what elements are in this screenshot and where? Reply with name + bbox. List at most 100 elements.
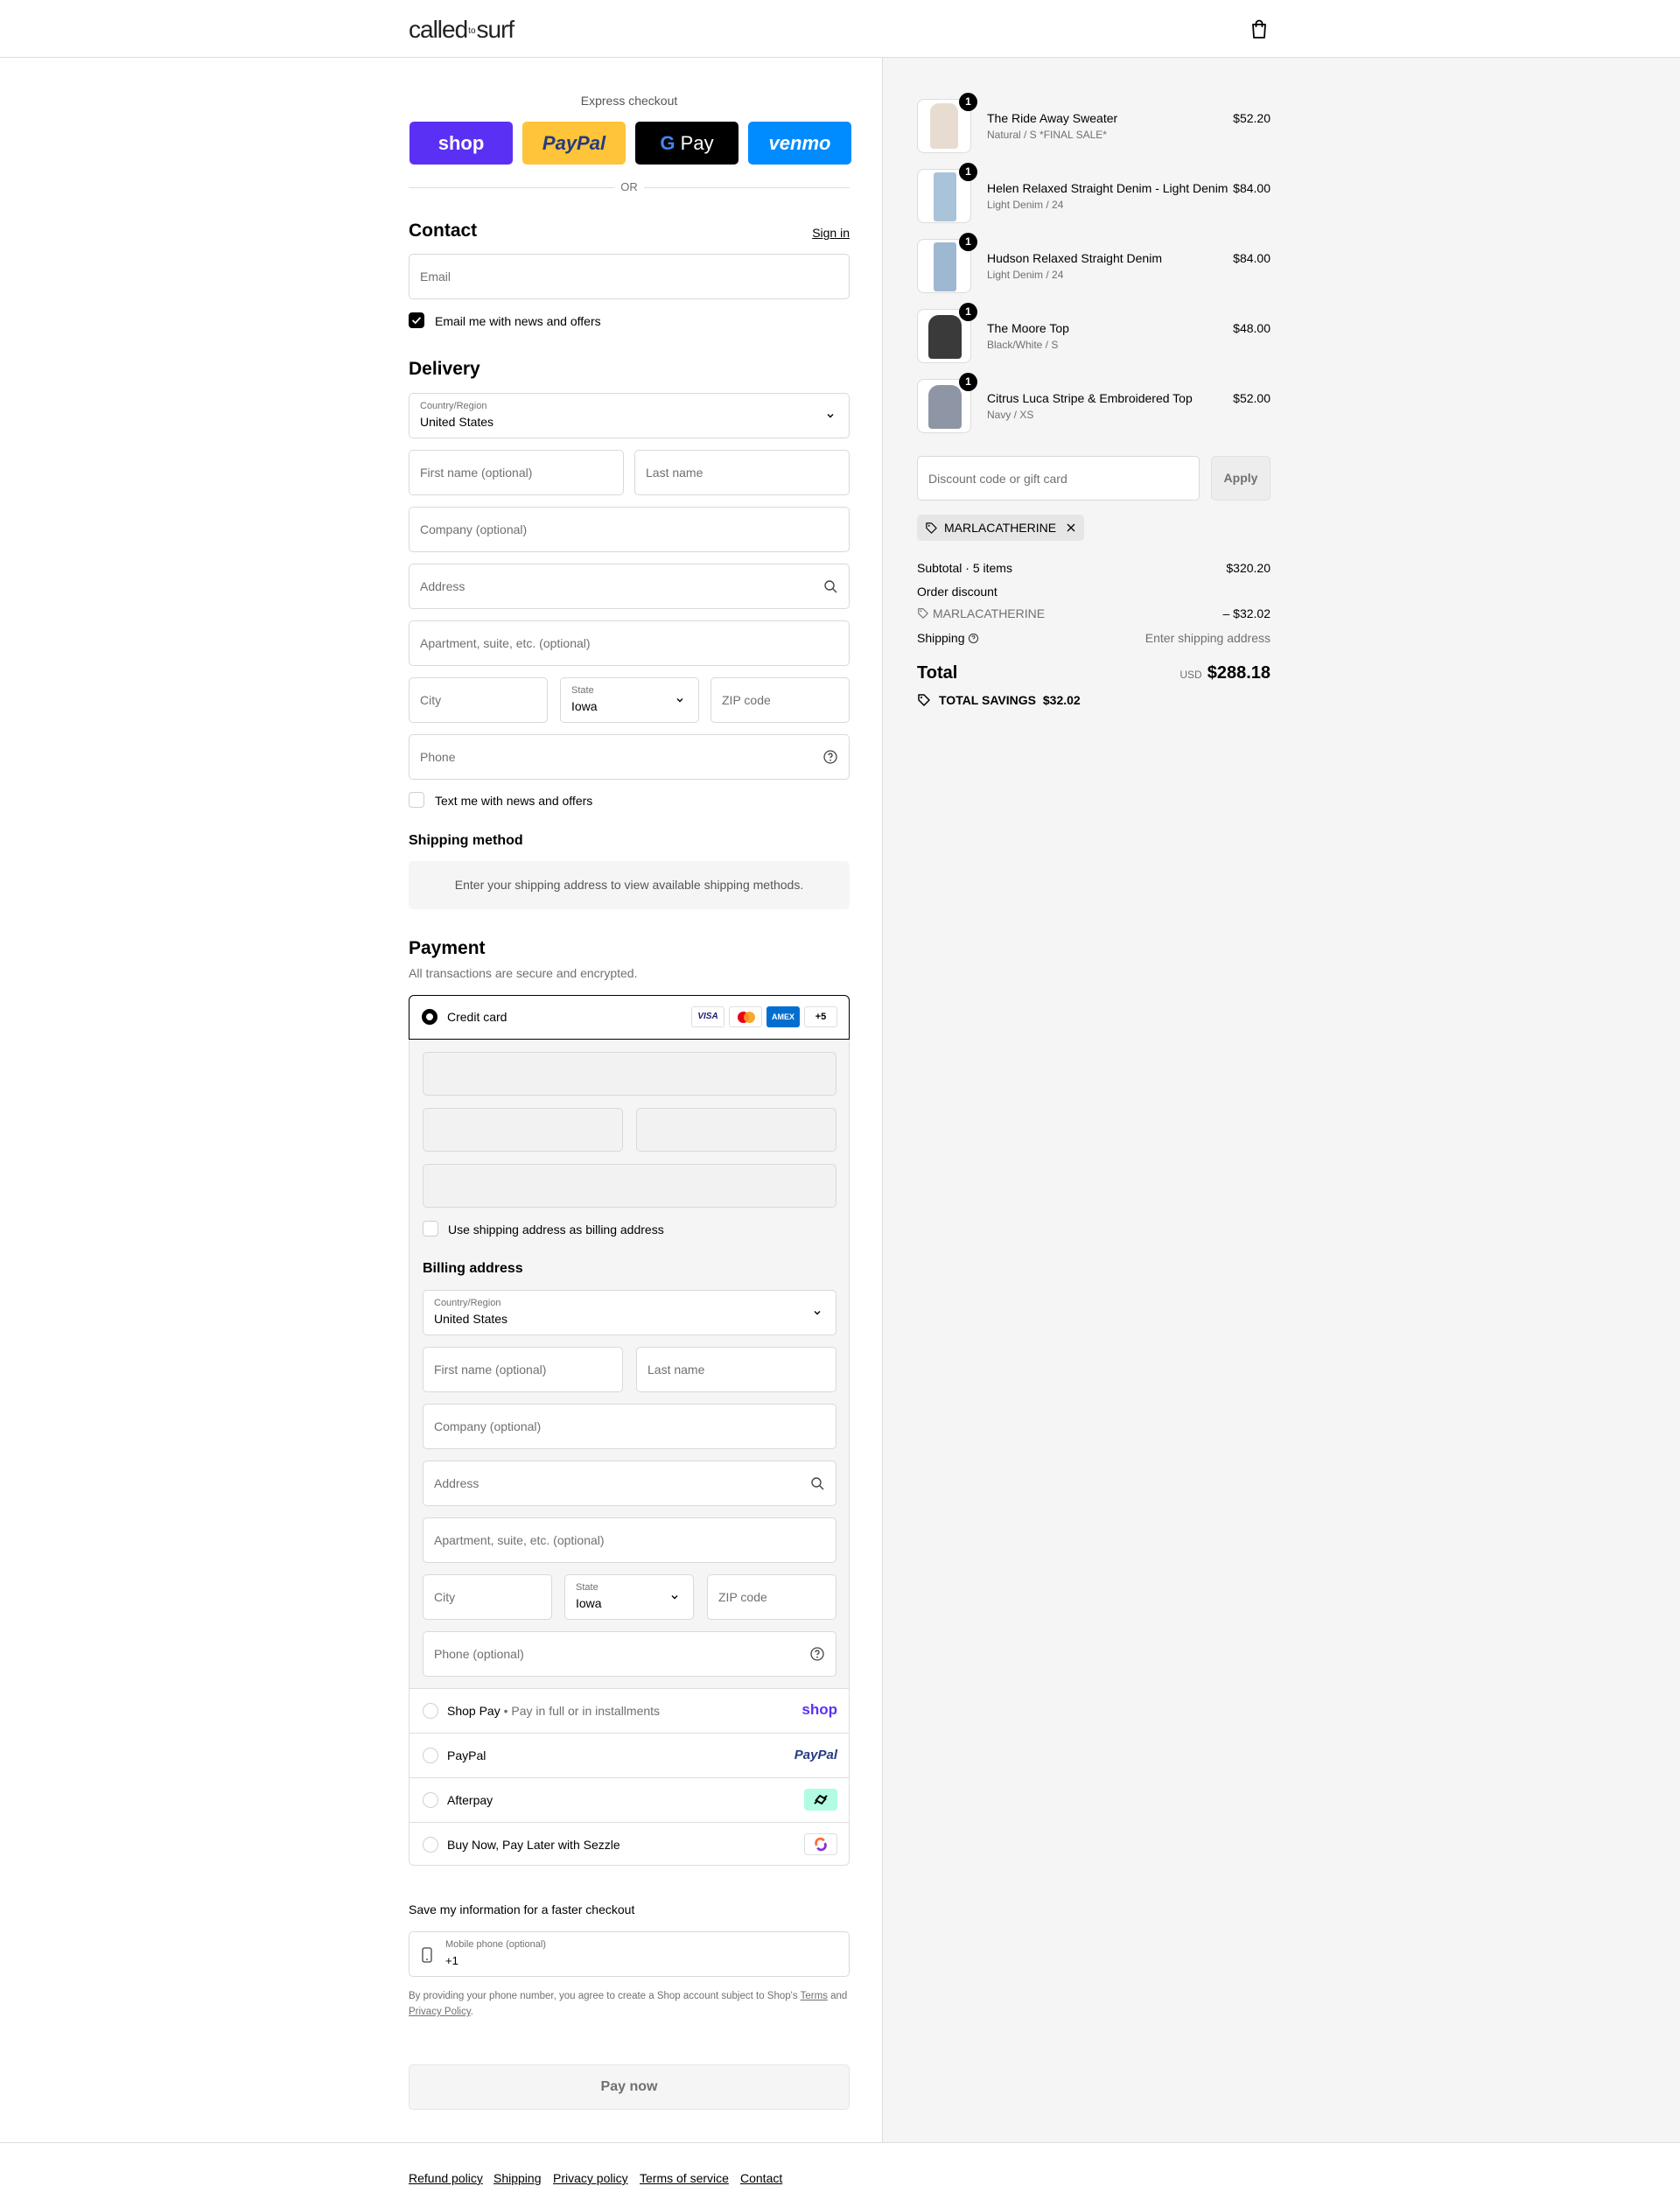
country-select[interactable]: Country/Region United States	[409, 393, 850, 438]
contact-link[interactable]: Contact	[740, 2171, 782, 2185]
text-news-checkbox[interactable]	[409, 792, 424, 808]
billing-state-select[interactable]: State Iowa	[564, 1574, 694, 1620]
billing-first-name-field[interactable]: First name (optional)	[423, 1347, 623, 1392]
sezzle-mark-icon	[815, 1837, 827, 1852]
chevron-down-icon	[671, 1595, 678, 1600]
mastercard-icon	[729, 1006, 762, 1027]
apply-discount-button[interactable]: Apply	[1211, 456, 1270, 501]
address-placeholder: Address	[420, 579, 466, 593]
phone-field[interactable]: Phone	[409, 734, 850, 780]
state-label: State	[571, 685, 594, 696]
help-circle-icon[interactable]	[968, 633, 979, 644]
billing-apartment-field[interactable]: Apartment, suite, etc. (optional)	[423, 1517, 836, 1563]
cart-item-thumbnail: 1	[917, 373, 977, 433]
privacy-policy-link[interactable]: Privacy Policy	[409, 2007, 471, 2017]
venmo-button[interactable]: venmo	[748, 122, 851, 165]
google-pay-label: Pay	[680, 132, 714, 154]
cart-item-price: $84.00	[1233, 181, 1270, 195]
total-label: Total	[917, 663, 958, 683]
apartment-field[interactable]: Apartment, suite, etc. (optional)	[409, 620, 850, 666]
pay-now-button[interactable]: Pay now	[409, 2064, 850, 2110]
payment-subtitle: All transactions are secure and encrypte…	[409, 966, 638, 980]
paypal-option[interactable]: PayPal PayPal	[409, 1733, 850, 1777]
use-shipping-checkbox[interactable]	[423, 1221, 438, 1237]
paypal-button[interactable]: PayPal	[522, 122, 626, 165]
sezzle-option[interactable]: Buy Now, Pay Later with Sezzle	[409, 1822, 850, 1867]
country-label: Country/Region	[420, 401, 487, 411]
visa-icon: VISA	[691, 1006, 724, 1027]
state-select[interactable]: State Iowa	[560, 677, 699, 723]
card-number-field[interactable]	[423, 1052, 836, 1096]
card-expiry-field[interactable]	[423, 1108, 623, 1152]
country-value: United States	[420, 415, 494, 429]
billing-company-field[interactable]: Company (optional)	[423, 1404, 836, 1449]
savings-tag-icon	[918, 694, 930, 706]
billing-country-select[interactable]: Country/Region United States	[423, 1290, 836, 1335]
sezzle-radio[interactable]	[423, 1837, 438, 1853]
or-divider-right	[644, 187, 850, 188]
close-icon[interactable]	[1066, 522, 1076, 533]
billing-last-name-field[interactable]: Last name	[636, 1347, 836, 1392]
zip-field[interactable]: ZIP code	[710, 677, 850, 723]
billing-last-name-placeholder: Last name	[648, 1363, 705, 1377]
billing-zip-field[interactable]: ZIP code	[707, 1574, 836, 1620]
shipping-link[interactable]: Shipping	[494, 2171, 542, 2185]
billing-country-label: Country/Region	[434, 1298, 501, 1308]
cart-item-price: $48.00	[1233, 321, 1270, 335]
help-circle-icon[interactable]	[809, 1646, 825, 1662]
contact-title: Contact	[409, 221, 478, 241]
email-news-checkbox[interactable]	[409, 312, 424, 328]
currency-code: USD	[1180, 669, 1202, 681]
refund-policy-link[interactable]: Refund policy	[409, 2171, 483, 2185]
billing-address-placeholder: Address	[434, 1476, 480, 1490]
cart-item-price: $84.00	[1233, 251, 1270, 265]
last-name-field[interactable]: Last name	[634, 450, 850, 495]
card-name-field[interactable]	[423, 1164, 836, 1208]
shop-pay-option[interactable]: Shop Pay • Pay in full or in installment…	[409, 1688, 850, 1733]
city-field[interactable]: City	[409, 677, 548, 723]
first-name-field[interactable]: First name (optional)	[409, 450, 624, 495]
checkmark-icon	[411, 317, 422, 325]
address-field[interactable]: Address	[409, 564, 850, 609]
afterpay-option[interactable]: Afterpay	[409, 1777, 850, 1822]
amex-label: AMEX	[771, 1012, 794, 1021]
discount-code-field[interactable]: Discount code or gift card	[917, 456, 1200, 501]
paypal-radio[interactable]	[423, 1748, 438, 1763]
sezzle-icon	[804, 1833, 837, 1855]
google-pay-button[interactable]: G Pay	[635, 122, 738, 165]
company-field[interactable]: Company (optional)	[409, 507, 850, 552]
quantity-badge: 1	[959, 233, 977, 251]
terms-link[interactable]: Terms	[801, 1991, 828, 2001]
shop-pay-radio[interactable]	[423, 1703, 438, 1719]
billing-address-title: Billing address	[423, 1261, 523, 1276]
total-savings-label: TOTAL SAVINGS	[939, 693, 1036, 707]
email-news-label: Email me with news and offers	[435, 314, 601, 328]
billing-address-field[interactable]: Address	[423, 1461, 836, 1506]
terms-of-service-link[interactable]: Terms of service	[640, 2171, 729, 2185]
order-discount-label: Order discount	[917, 585, 998, 599]
credit-card-radio[interactable]	[422, 1009, 438, 1025]
quantity-badge: 1	[959, 163, 977, 181]
billing-phone-field[interactable]: Phone (optional)	[423, 1631, 836, 1677]
cart-item-variant: Light Denim / 24	[987, 269, 1064, 281]
privacy-policy-footer-link[interactable]: Privacy policy	[553, 2171, 628, 2185]
cart-bag-icon[interactable]	[1250, 18, 1269, 39]
billing-city-field[interactable]: City	[423, 1574, 552, 1620]
chevron-down-icon	[676, 698, 683, 703]
mobile-phone-label: Mobile phone (optional)	[445, 1939, 546, 1950]
quantity-badge: 1	[959, 93, 977, 111]
shop-pay-button[interactable]: shop	[410, 122, 513, 165]
discount-code-placeholder: Discount code or gift card	[928, 472, 1068, 486]
help-circle-icon[interactable]	[822, 749, 838, 765]
afterpay-radio[interactable]	[423, 1792, 438, 1808]
shop-pay-bullet: •	[503, 1704, 508, 1718]
more-cards-badge: +5	[804, 1006, 837, 1027]
cart-item-name: Helen Relaxed Straight Denim - Light Den…	[987, 181, 1228, 195]
card-cvc-field[interactable]	[636, 1108, 836, 1152]
billing-first-name-placeholder: First name (optional)	[434, 1363, 547, 1377]
email-field[interactable]: Email	[409, 254, 850, 299]
order-summary-panel	[882, 58, 1680, 2142]
store-logo[interactable]: calledtosurf	[409, 16, 514, 44]
sign-in-link[interactable]: Sign in	[796, 226, 850, 240]
mobile-phone-field[interactable]: Mobile phone (optional) +1	[409, 1931, 850, 1977]
